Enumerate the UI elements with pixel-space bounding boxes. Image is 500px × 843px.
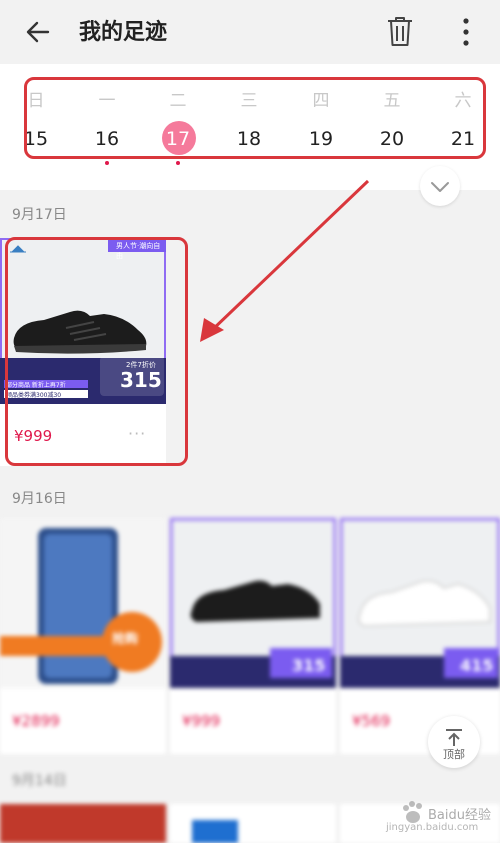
product-card[interactable] [170,804,336,843]
product-price: ¥2899 [12,712,60,730]
promo-badge: 抢购 [112,632,139,647]
watermark-text: Baidu经验 [428,808,491,823]
product-image [0,518,166,688]
product-price: ¥569 [352,712,391,730]
product-price: ¥999 [182,712,221,730]
product-image [192,820,238,843]
product-card[interactable] [0,804,166,843]
badge-price: 415 [460,656,494,675]
product-card[interactable]: 315 ¥999 [170,518,336,754]
product-card[interactable]: 抢购 ¥2899 [0,518,166,754]
badge-price: 315 [292,656,326,675]
section-date: 9月14日 [12,773,67,789]
scroll-top-button[interactable]: 顶部 [428,716,480,768]
scroll-top-label: 顶部 [443,748,465,761]
section-date: 9月16日 [12,491,67,507]
watermark-url: jingyan.baidu.com [386,822,479,833]
